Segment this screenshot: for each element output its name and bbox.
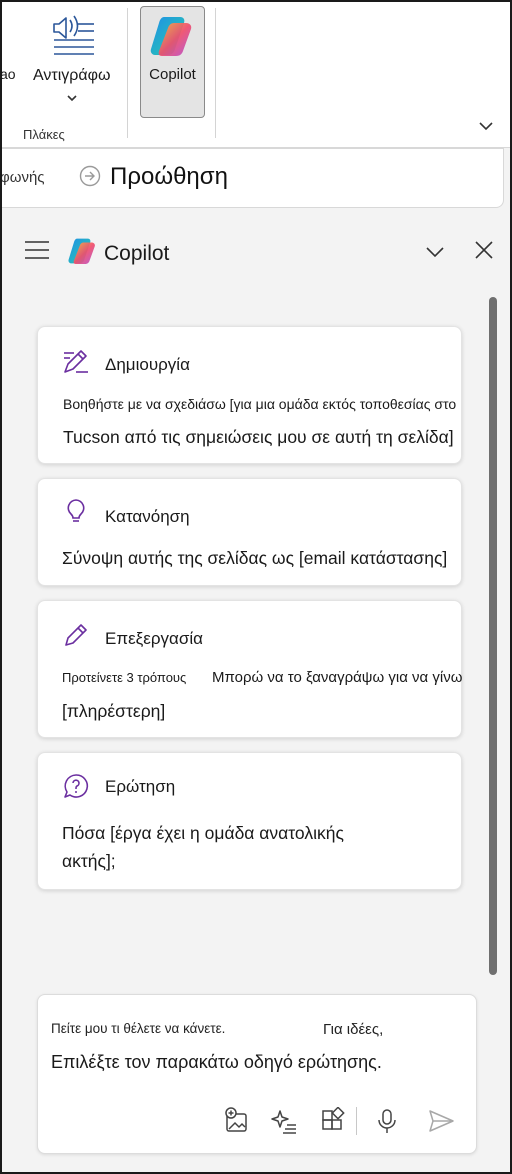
card-title: Δημιουργία: [105, 355, 190, 374]
input-placeholder: Πείτε μου τι θέλετε να κάνετε.: [51, 1021, 226, 1036]
card-text: Βοηθήστε με να σχεδιάσω [για μια ομάδα ε…: [63, 396, 457, 412]
ribbon-divider: [127, 8, 128, 138]
input-placeholder: Για ιδέες,: [323, 1021, 384, 1038]
card-title: Ερώτηση: [105, 777, 176, 796]
ribbon: ao Αντιγράφω Πλάκες Copilot: [0, 0, 512, 148]
card-text: [πληρέστερη]: [62, 701, 166, 721]
prompt-card-ask[interactable]: Ερώτηση Πόσα [έργα έχει η ομάδα ανατολικ…: [37, 752, 462, 890]
forward-arrow-icon[interactable]: [79, 165, 101, 187]
partial-ribbon-label: ao: [0, 66, 16, 82]
prompt-card-create[interactable]: Δημιουργία Βοηθήστε με να σχεδιάσω [για …: [37, 326, 462, 464]
microphone-icon[interactable]: [373, 1107, 401, 1135]
copilot-pane: Copilot Δημιουργία Βοηθήστε με να σχεδιά…: [2, 220, 502, 1170]
add-image-icon[interactable]: [223, 1107, 251, 1135]
copilot-logo-icon: [150, 15, 196, 57]
card-text: Tucson από τις σημειώσεις μου σε αυτή τη…: [63, 427, 454, 447]
message-action-bar: φωνής Προώθηση: [0, 148, 504, 208]
question-bubble-icon: [62, 772, 90, 800]
toolbar-divider: [356, 1107, 357, 1135]
copilot-pane-title: Copilot: [104, 242, 170, 265]
chevron-down-icon[interactable]: [425, 245, 445, 259]
hamburger-menu-icon[interactable]: [24, 240, 50, 260]
chevron-down-icon[interactable]: [66, 90, 78, 102]
dictate-icon[interactable]: [48, 10, 98, 56]
forward-button-label[interactable]: Προώθηση: [110, 163, 228, 191]
prompt-card-understand[interactable]: Κατανόηση Σύνοψη αυτής της σελίδας ως [e…: [37, 478, 462, 586]
ribbon-divider: [215, 8, 216, 138]
partial-ribbon-icon[interactable]: [0, 10, 8, 50]
lightbulb-icon: [62, 497, 90, 525]
input-placeholder: Επιλέξτε τον παρακάτω οδηγό ερώτησης.: [51, 1052, 382, 1072]
ribbon-expand-chevron-icon[interactable]: [478, 119, 494, 131]
copilot-pane-header: Copilot: [2, 220, 502, 284]
prompt-card-edit[interactable]: Επεξεργασία Προτείνετε 3 τρόπους Μπορώ ν…: [37, 600, 462, 738]
pencil-icon: [62, 621, 90, 649]
ribbon-group-label: Πλάκες: [23, 127, 65, 142]
close-icon[interactable]: [474, 240, 494, 260]
copilot-logo-icon: [68, 237, 98, 265]
partial-action-label[interactable]: φωνής: [0, 169, 45, 186]
copilot-ribbon-button[interactable]: Copilot: [140, 6, 205, 118]
apps-grid-icon[interactable]: [319, 1106, 347, 1135]
card-title: Επεξεργασία: [105, 629, 203, 648]
send-icon[interactable]: [427, 1107, 455, 1135]
pane-scrollbar[interactable]: [489, 297, 497, 975]
card-text: Μπορώ να το ξαναγράψω για να γίνω: [212, 669, 463, 686]
card-text: Προτείνετε 3 τρόπους: [62, 670, 187, 685]
copilot-ribbon-label: Copilot: [149, 66, 196, 83]
compose-icon: [62, 347, 90, 375]
card-text: Σύνοψη αυτής της σελίδας ως [email κατάσ…: [62, 548, 448, 568]
card-text: Πόσα [έργα έχει η ομάδα ανατολικής: [62, 823, 344, 843]
card-title: Κατανόηση: [105, 507, 190, 526]
prompt-sparkle-icon[interactable]: [270, 1107, 298, 1135]
copilot-prompt-input[interactable]: Πείτε μου τι θέλετε να κάνετε. Για ιδέες…: [37, 994, 477, 1154]
card-text: ακτής];: [62, 851, 116, 871]
dictate-button-label[interactable]: Αντιγράφω: [33, 67, 110, 85]
